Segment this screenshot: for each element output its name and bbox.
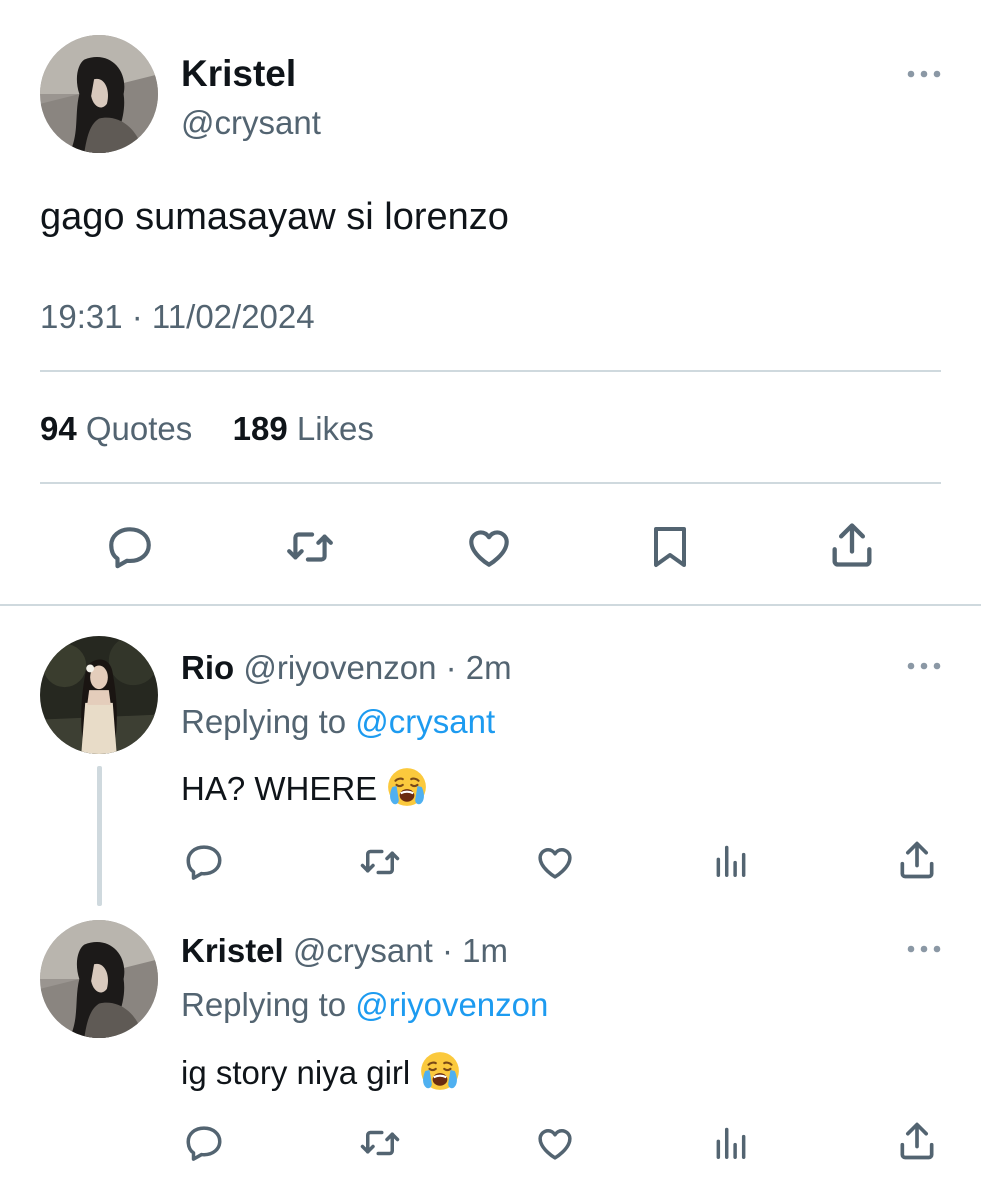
reply-icon[interactable] [183,841,225,883]
loudly-crying-face-icon [419,1050,461,1092]
reply-text: HA? WHERE [181,770,378,807]
replying-to-label: Replying to [181,986,347,1023]
divider [40,370,941,372]
reply-handle[interactable]: @riyovenzon [243,649,436,686]
avatar-kristel[interactable] [40,920,158,1038]
avatar-kristel[interactable] [40,35,158,153]
loudly-crying-face-icon [386,766,428,808]
reply-display-name[interactable]: Kristel [181,932,284,969]
quotes-stat[interactable]: 94 Quotes [40,410,201,447]
main-display-name[interactable]: Kristel [181,53,296,95]
replying-to-handle[interactable]: @riyovenzon [355,986,548,1023]
share-icon[interactable] [826,519,878,571]
retweet-icon[interactable] [357,1122,403,1164]
avatar-rio[interactable] [40,636,158,754]
quotes-label: Quotes [85,410,193,447]
retweet-icon[interactable] [357,841,403,883]
bookmark-icon[interactable] [646,522,694,572]
avatar-photo-kristel [40,920,158,1038]
reply-header: Rio @riyovenzon · 2m [181,648,512,688]
more-options-icon[interactable] [906,68,942,80]
reply-display-name[interactable]: Rio [181,649,234,686]
main-timestamp[interactable]: 19:31 · 11/02/2024 [40,297,315,337]
likes-count: 189 [232,410,288,447]
more-options-icon[interactable] [906,943,942,955]
more-options-icon[interactable] [906,660,942,672]
reply-handle[interactable]: @crysant [293,932,433,969]
share-icon[interactable] [895,1119,939,1163]
main-handle[interactable]: @crysant [181,103,321,143]
reply-text-row: ig story niya girl [181,1050,461,1094]
retweet-icon[interactable] [284,522,336,572]
stats-row: 94 Quotes 189 Likes [40,409,374,449]
views-icon[interactable] [712,842,750,880]
replying-to-line: Replying to @crysant [181,702,495,742]
divider [0,604,981,606]
main-tweet-text: gago sumasayaw si lorenzo [40,196,509,238]
quotes-count: 94 [40,410,77,447]
thread-line [97,766,102,906]
avatar-photo-rio [40,636,158,754]
reply-header: Kristel @crysant · 1m [181,931,508,971]
divider [40,482,941,484]
reply-text: ig story niya girl [181,1054,411,1091]
reply-time[interactable]: · 1m [442,932,508,969]
replying-to-handle[interactable]: @crysant [355,703,495,740]
avatar-photo-kristel [40,35,158,153]
views-icon[interactable] [712,1124,750,1162]
likes-label: Likes [296,410,374,447]
reply-icon[interactable] [105,522,155,572]
share-icon[interactable] [895,838,939,882]
likes-stat[interactable]: 189 Likes [233,410,374,447]
reply-text-row: HA? WHERE [181,766,428,810]
like-icon[interactable] [464,522,514,572]
like-icon[interactable] [534,1122,576,1164]
reply-time[interactable]: · 2m [446,649,512,686]
reply-icon[interactable] [183,1122,225,1164]
replying-to-line: Replying to @riyovenzon [181,985,548,1025]
like-icon[interactable] [534,841,576,883]
replying-to-label: Replying to [181,703,347,740]
